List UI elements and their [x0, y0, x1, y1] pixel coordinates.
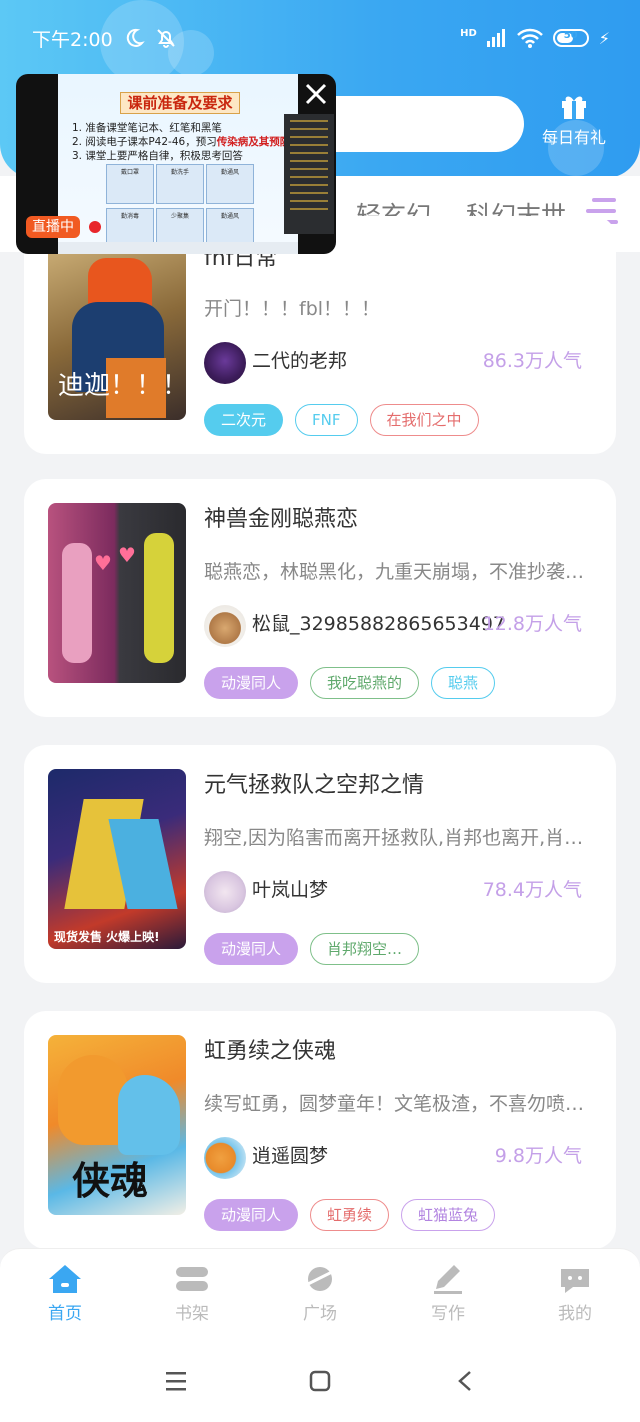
daily-gift-button[interactable]: 每日有礼 — [538, 92, 610, 156]
back-key[interactable] — [454, 1370, 478, 1396]
book-cover: 现货发售 火爆上映! — [48, 769, 186, 949]
tag[interactable]: 聪燕 — [431, 667, 496, 699]
tag[interactable]: FNF — [295, 404, 358, 436]
author-name[interactable]: 叶岚山梦 — [252, 875, 328, 902]
author-avatar — [204, 605, 246, 647]
book-title: 元气拯救队之空邦之情 — [204, 773, 425, 798]
popularity-count: 12.8万人气 — [482, 613, 582, 635]
moon-icon — [126, 28, 145, 47]
daily-gift-label: 每日有礼 — [541, 128, 606, 147]
book-cover: ♥ ♥ — [48, 503, 186, 683]
nav-home[interactable]: 首页 — [25, 1263, 105, 1324]
nav-square[interactable]: 广场 — [280, 1263, 360, 1324]
popularity-count: 86.3万人气 — [482, 350, 582, 372]
menu-key[interactable] — [164, 1370, 188, 1396]
book-description: 翔空,因为陷害而离开拯救队,肖邦也离开,肖… — [204, 827, 584, 849]
tag[interactable]: 在我们之中 — [369, 404, 479, 436]
close-icon — [305, 83, 327, 105]
nav-bookshelf[interactable]: 书架 — [152, 1263, 232, 1324]
book-card[interactable]: 侠魂 虹勇续之侠魂 续写虹勇，圆梦童年！文笔极渣，不喜勿喷哈… 逍遥圆梦 9.8… — [24, 1011, 616, 1249]
slide-line: 3. 课堂上要严格自律，积极思考回答 — [72, 150, 243, 162]
author-avatar — [204, 1137, 246, 1179]
live-indicator-dot — [89, 221, 101, 233]
book-cover: 侠魂 — [48, 1035, 186, 1215]
pen-icon — [434, 1265, 462, 1294]
book-cover: 迪迦！！！ — [48, 240, 186, 420]
slide-line: 1. 准备课堂笔记本、红笔和黑笔 — [72, 122, 222, 134]
author-name[interactable]: 逍遥圆梦 — [252, 1141, 328, 1168]
status-bar: 下午2:00 HD 50 ⚡ — [32, 20, 610, 56]
bookshelf-icon — [176, 1267, 208, 1291]
popularity-count: 78.4万人气 — [482, 879, 582, 901]
back-icon — [458, 1371, 471, 1391]
profile-icon — [561, 1269, 589, 1293]
tag-list: 动漫同人 我吃聪燕的 聪燕 — [204, 667, 496, 699]
tag[interactable]: 虹猫蓝兔 — [401, 1199, 496, 1231]
live-badge: 直播中 — [26, 216, 80, 238]
home-icon — [49, 1265, 81, 1293]
bottom-nav: 首页 书架 广场 写作 我的 — [0, 1248, 640, 1344]
book-description: 开门！！！fbl！！！ — [204, 298, 381, 320]
tag[interactable]: 动漫同人 — [204, 667, 299, 699]
tag[interactable]: 我吃聪燕的 — [310, 667, 420, 699]
bell-off-icon — [156, 29, 175, 48]
charging-icon: ⚡ — [598, 28, 610, 48]
home-key[interactable] — [308, 1370, 332, 1396]
recent-apps-icon — [166, 1372, 186, 1391]
author-name[interactable]: 松鼠_32985882865653497 — [252, 609, 505, 636]
book-title: 虹勇续之侠魂 — [204, 1039, 337, 1064]
home-square-icon — [309, 1370, 331, 1392]
system-nav-bar — [0, 1344, 640, 1422]
code-panel — [284, 114, 334, 234]
battery-icon: 50 — [552, 29, 589, 47]
popularity-count: 9.8万人气 — [494, 1145, 582, 1167]
slide-line: 2. 阅读电子课本P42-46，预习传染病及其预防 — [72, 136, 291, 148]
tag-list: 动漫同人 虹勇续 虹猫蓝兔 — [204, 1199, 496, 1231]
book-card[interactable]: 现货发售 火爆上映! 元气拯救队之空邦之情 翔空,因为陷害而离开拯救队,肖邦也离… — [24, 745, 616, 983]
gift-icon — [562, 96, 586, 119]
author-avatar — [204, 342, 246, 384]
slide-title: 课前准备及要求 — [120, 92, 240, 114]
signal-icon — [486, 29, 505, 47]
tag[interactable]: 二次元 — [204, 404, 284, 436]
tag-list: 动漫同人 肖邦翔空… — [204, 933, 420, 965]
book-description: 续写虹勇，圆梦童年！文笔极渣，不喜勿喷哈… — [204, 1093, 594, 1115]
network-type: HD — [460, 28, 477, 39]
status-time: 下午2:00 — [32, 28, 113, 51]
planet-icon — [305, 1267, 335, 1291]
nav-mine[interactable]: 我的 — [535, 1263, 615, 1324]
book-title: 神兽金刚聪燕恋 — [204, 507, 359, 532]
tag-list: 二次元 FNF 在我们之中 — [204, 404, 479, 436]
tag[interactable]: 动漫同人 — [204, 1199, 299, 1231]
author-avatar — [204, 871, 246, 913]
slide-illustration-grid: 戴口罩 勤洗手 勤通风 勤消毒 少聚集 勤通风 — [106, 164, 256, 250]
nav-write[interactable]: 写作 — [408, 1263, 488, 1324]
tag[interactable]: 肖邦翔空… — [310, 933, 420, 965]
author-name[interactable]: 二代的老邦 — [252, 346, 347, 373]
close-popup-button[interactable] — [296, 74, 336, 114]
tag[interactable]: 动漫同人 — [204, 933, 299, 965]
tag[interactable]: 虹勇续 — [310, 1199, 390, 1231]
book-card[interactable]: ♥ ♥ 神兽金刚聪燕恋 聪燕恋，林聪黑化，九重天崩塌，不准抄袭！！！ 松鼠_32… — [24, 479, 616, 717]
book-description: 聪燕恋，林聪黑化，九重天崩塌，不准抄袭！！！ — [204, 561, 594, 583]
wifi-icon — [516, 28, 543, 48]
slide-taskbar — [58, 242, 298, 254]
